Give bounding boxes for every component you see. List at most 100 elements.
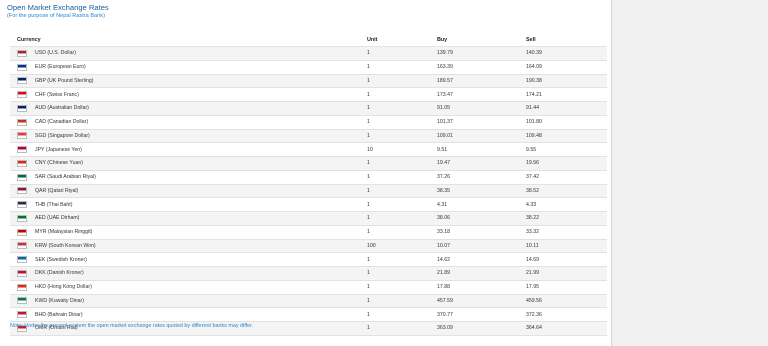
sell-rate-cell: 459.56	[519, 294, 607, 309]
buy-rate-cell: 109.01	[430, 129, 519, 144]
table-row: QAR (Qatari Riyal) 1 38.35 38.52	[10, 184, 607, 199]
unit-cell: 1	[360, 60, 430, 75]
sell-rate-cell: 38.22	[519, 211, 607, 226]
unit-cell: 1	[360, 170, 430, 185]
currency-cell: KWD (Kuwaity Dinar)	[10, 294, 360, 309]
unit-cell: 1	[360, 280, 430, 295]
page-title: Open Market Exchange Rates	[7, 3, 109, 12]
denmark-flag-icon	[17, 269, 27, 277]
currency-name: AED (UAE Dirham)	[35, 215, 80, 222]
unit-cell: 1	[360, 184, 430, 199]
currency-cell: GBP (UK Pound Sterling)	[10, 74, 360, 89]
unit-cell: 1	[360, 211, 430, 226]
buy-rate-cell: 14.62	[430, 252, 519, 267]
currency-cell: CHF (Swiss Franc)	[10, 87, 360, 102]
kuwait-flag-icon	[17, 297, 27, 305]
unit-cell: 1	[360, 252, 430, 267]
table-row: CHF (Swiss Franc) 1 173.47 174.21	[10, 87, 607, 102]
buy-rate-cell: 101.37	[430, 115, 519, 130]
unit-cell: 10	[360, 142, 430, 157]
currency-cell: AED (UAE Dirham)	[10, 211, 360, 226]
currency-name: QAR (Qatari Riyal)	[35, 187, 79, 194]
disclaimer-note: Note: Under the present system the open …	[10, 323, 254, 329]
currency-cell: BHD (Bahrain Dinar)	[10, 307, 360, 322]
japan-flag-icon	[17, 146, 27, 154]
sell-rate-cell: 17.95	[519, 280, 607, 295]
table-body: USD (U.S. Dollar) 1 139.79 140.39 EUR (Europ…	[10, 46, 607, 336]
table-row: SEK (Swedish Kroner) 1 14.62 14.69	[10, 252, 607, 267]
currency-cell: HKD (Hong Kong Dollar)	[10, 280, 360, 295]
currency-name: CAD (Canadian Dollar)	[35, 119, 89, 126]
us-flag-icon	[17, 49, 27, 57]
unit-cell: 1	[360, 266, 430, 281]
sell-rate-cell: 9.55	[519, 142, 607, 157]
table-row: KWD (Kuwaity Dinar) 1 457.59 459.56	[10, 294, 607, 309]
table-row: MYR (Malaysian Ringgit) 1 33.18 33.32	[10, 225, 607, 240]
currency-cell: SAR (Saudi Arabian Riyal)	[10, 170, 360, 185]
exchange-rates-panel: Open Market Exchange Rates (For the purp…	[0, 0, 612, 346]
currency-name: DKK (Danish Kroner)	[35, 270, 84, 277]
sell-rate-cell: 140.39	[519, 46, 607, 61]
currency-cell: SEK (Swedish Kroner)	[10, 252, 360, 267]
sell-rate-cell: 19.56	[519, 156, 607, 171]
buy-rate-cell: 370.77	[430, 307, 519, 322]
table-row: SAR (Saudi Arabian Riyal) 1 37.26 37.42	[10, 170, 607, 185]
unit-cell: 1	[360, 197, 430, 212]
currency-cell: DKK (Danish Kroner)	[10, 266, 360, 281]
table-row: CNY (Chinese Yuan) 1 19.47 19.56	[10, 156, 607, 171]
unit-cell: 1	[360, 101, 430, 116]
buy-rate-cell: 91.05	[430, 101, 519, 116]
sell-rate-cell: 109.48	[519, 129, 607, 144]
buy-rate-cell: 37.26	[430, 170, 519, 185]
sell-rate-cell: 101.80	[519, 115, 607, 130]
unit-cell: 1	[360, 46, 430, 61]
currency-cell: MYR (Malaysian Ringgit)	[10, 225, 360, 240]
buy-rate-cell: 10.07	[430, 239, 519, 254]
uae-flag-icon	[17, 214, 27, 222]
uk-flag-icon	[17, 77, 27, 85]
table-row: HKD (Hong Kong Dollar) 1 17.88 17.95	[10, 280, 607, 295]
currency-name: BHD (Bahrain Dinar)	[35, 311, 83, 318]
canada-flag-icon	[17, 118, 27, 126]
singapore-flag-icon	[17, 132, 27, 140]
sell-rate-cell: 37.42	[519, 170, 607, 185]
currency-name: SAR (Saudi Arabian Riyal)	[35, 174, 96, 181]
unit-cell: 1	[360, 115, 430, 130]
unit-cell: 1	[360, 321, 430, 336]
currency-cell: SGD (Singapore Dollar)	[10, 129, 360, 144]
currency-name: HKD (Hong Kong Dollar)	[35, 284, 92, 291]
buy-rate-cell: 363.09	[430, 321, 519, 336]
column-header-sell: Sell	[519, 34, 607, 47]
currency-cell: THB (Thai Baht)	[10, 197, 360, 212]
korea-flag-icon	[17, 242, 27, 250]
currency-cell: CNY (Chinese Yuan)	[10, 156, 360, 171]
right-empty-pane	[613, 0, 768, 346]
table-row: DKK (Danish Kroner) 1 21.89 21.99	[10, 266, 607, 281]
sell-rate-cell: 91.44	[519, 101, 607, 116]
currency-name: EUR (European Euro)	[35, 64, 86, 71]
currency-cell: EUR (European Euro)	[10, 60, 360, 75]
currency-name: GBP (UK Pound Sterling)	[35, 77, 94, 84]
table-header-row: Currency Unit Buy Sell	[10, 34, 607, 47]
unit-cell: 1	[360, 74, 430, 89]
table-row: AED (UAE Dirham) 1 38.06 38.22	[10, 211, 607, 226]
currency-name: CHF (Swiss Franc)	[35, 91, 79, 98]
buy-rate-cell: 189.57	[430, 74, 519, 89]
currency-name: SGD (Singapore Dollar)	[35, 132, 90, 139]
sell-rate-cell: 372.36	[519, 307, 607, 322]
australia-flag-icon	[17, 104, 27, 112]
sell-rate-cell: 38.52	[519, 184, 607, 199]
currency-name: JPY (Japanese Yen)	[35, 146, 82, 153]
bahrain-flag-icon	[17, 311, 27, 319]
currency-cell: USD (U.S. Dollar)	[10, 46, 360, 61]
table-row: JPY (Japanese Yen) 10 9.51 9.55	[10, 142, 607, 157]
currency-name: THB (Thai Baht)	[35, 201, 73, 208]
column-header-unit: Unit	[360, 34, 430, 47]
sell-rate-cell: 14.69	[519, 252, 607, 267]
swiss-flag-icon	[17, 91, 27, 99]
saudi-flag-icon	[17, 173, 27, 181]
buy-rate-cell: 38.06	[430, 211, 519, 226]
currency-name: SEK (Swedish Kroner)	[35, 256, 87, 263]
currency-name: KWD (Kuwaity Dinar)	[35, 297, 85, 304]
sell-rate-cell: 174.21	[519, 87, 607, 102]
